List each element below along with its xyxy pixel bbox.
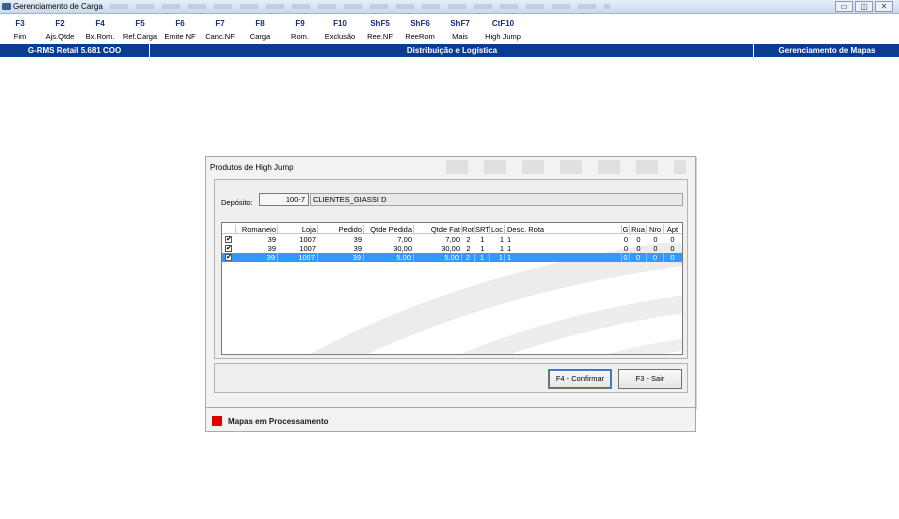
- fkey-exclusao[interactable]: F10 Exclusão: [320, 15, 360, 44]
- high-jump-products-dialog: Produtos de High Jump Depósito: 100-7 CL…: [205, 156, 696, 408]
- header-qtde-pedida: Qtde Pedida: [364, 225, 414, 234]
- header-check: [222, 225, 236, 234]
- row-checkbox[interactable]: ✔: [225, 236, 232, 243]
- fkey-fim[interactable]: F3 Fim: [0, 15, 40, 44]
- products-panel: Depósito: 100-7 CLIENTES_GIASSI D Romane…: [214, 179, 688, 359]
- fkey-ajs-qtde[interactable]: F2 Ajs.Qtde: [40, 15, 80, 44]
- header-qtde-fat: Qtde Fat: [414, 225, 462, 234]
- minimize-icon[interactable]: ▭: [835, 1, 853, 12]
- fkey-high-jump[interactable]: CtF10 High Jump: [480, 15, 526, 44]
- header-loja: Loja: [278, 225, 318, 234]
- header-loc: Loc: [490, 225, 505, 234]
- fkey-carga[interactable]: F8 Carga: [240, 15, 280, 44]
- restore-icon[interactable]: ◫: [855, 1, 873, 12]
- dialog-title: Produtos de High Jump: [210, 163, 294, 172]
- header-pedido: Pedido: [318, 225, 364, 234]
- close-icon[interactable]: ✕: [875, 1, 893, 12]
- window-controls: ▭ ◫ ✕: [835, 1, 893, 12]
- title-bar-background: [110, 4, 610, 9]
- title-bar: Gerenciamento de Carga ▭ ◫ ✕: [0, 0, 899, 14]
- app-icon: [2, 3, 11, 10]
- fkey-mais[interactable]: ShF7 Mais: [440, 15, 480, 44]
- header-srt: SRT: [475, 225, 490, 234]
- button-panel: F4 - Confirmar F3 - Sair: [214, 363, 688, 393]
- exit-button[interactable]: F3 - Sair: [618, 369, 682, 389]
- header-desc-rota: Desc. Rota: [505, 225, 622, 234]
- screen-name: Gerenciamento de Mapas: [778, 46, 876, 55]
- products-grid[interactable]: Romaneio Loja Pedido Qtde Pedida Qtde Fa…: [221, 222, 683, 355]
- row-checkbox[interactable]: ✔: [225, 254, 232, 261]
- header-apt: Apt: [666, 225, 679, 234]
- deposito-code-field[interactable]: 100-7: [259, 193, 309, 206]
- module-name: Distribuição e Logística: [151, 44, 754, 57]
- header-romaneio: Romaneio: [236, 225, 278, 234]
- window-title: Gerenciamento de Carga: [13, 2, 103, 11]
- deposito-label: Depósito:: [221, 198, 253, 207]
- mapas-panel: Mapas em Processamento: [205, 407, 696, 432]
- table-row[interactable]: ✔ 39 1007 39 7,00 7,00 2 1 1 1 0 0 0 0: [222, 235, 682, 244]
- fkey-emite-nf[interactable]: F6 Emite NF: [160, 15, 200, 44]
- grid-header: Romaneio Loja Pedido Qtde Pedida Qtde Fa…: [222, 225, 682, 234]
- fkey-ree-nf[interactable]: ShF5 Ree.NF: [360, 15, 400, 44]
- fkey-ref-carga[interactable]: F5 Ref.Carga: [120, 15, 160, 44]
- confirm-button[interactable]: F4 - Confirmar: [548, 369, 612, 389]
- row-checkbox[interactable]: ✔: [225, 245, 232, 252]
- table-row-selected[interactable]: ✔ 39 1007 39 5,00 5,00 2 1 1 1 0 0 0 0: [222, 253, 682, 262]
- fkey-reerom[interactable]: ShF6 ReeRom: [400, 15, 440, 44]
- fkey-canc-nf[interactable]: F7 Canc.NF: [200, 15, 240, 44]
- function-key-toolbar: F3 Fim F2 Ajs.Qtde F4 Bx.Rom. F5 Ref.Carga F…: [0, 15, 526, 44]
- header-g: G: [622, 225, 630, 234]
- header-rua: Rua: [630, 225, 647, 234]
- dialog-header-background: [446, 160, 686, 174]
- deposito-name-field: CLIENTES_GIASSI D: [310, 193, 683, 206]
- processing-indicator-icon: [212, 416, 222, 426]
- fkey-rom[interactable]: F9 Rom.: [280, 15, 320, 44]
- mapas-label: Mapas em Processamento: [228, 417, 329, 426]
- table-row[interactable]: ✔ 39 1007 39 30,00 30,00 2 1 1 1 0 0 0 0: [222, 244, 682, 253]
- header-rot: Rot: [462, 225, 475, 234]
- status-bar: G-RMS Retail 5.681 COO Distribuição e Lo…: [0, 44, 899, 57]
- system-version: G-RMS Retail 5.681 COO: [0, 44, 150, 57]
- fkey-bx-rom[interactable]: F4 Bx.Rom.: [80, 15, 120, 44]
- header-nro: Nro: [647, 225, 664, 234]
